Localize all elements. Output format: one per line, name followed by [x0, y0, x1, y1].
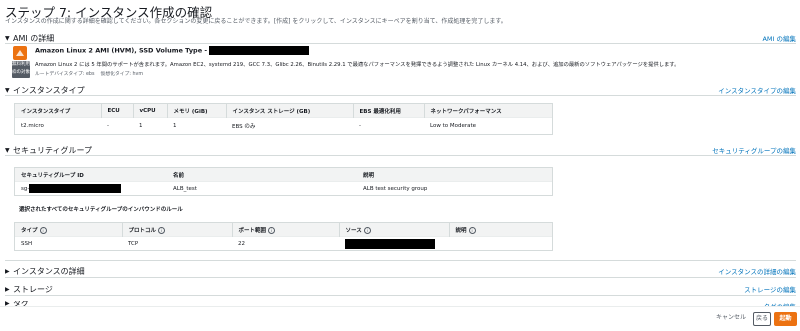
table-row: sg- ALB_test ALB test security group: [15, 181, 552, 195]
info-icon[interactable]: i: [158, 226, 166, 234]
ami-name: Amazon Linux 2 AMI (HVM), SSD Volume Typ…: [35, 46, 208, 55]
edit-instance-type-link[interactable]: インスタンスタイプの編集: [718, 85, 796, 95]
instance-details-section-header[interactable]: ▶ インスタンスの詳細: [5, 266, 85, 277]
ami-description: Amazon Linux 2 には 5 年間のサポートが含まれます。Amazon…: [35, 62, 680, 68]
caret-down-icon: ▼: [5, 147, 10, 154]
divider: [5, 277, 796, 278]
storage-section-label: ストレージ: [13, 285, 53, 294]
caret-right-icon: ▶: [5, 268, 10, 275]
table-cell: 22: [232, 236, 339, 250]
free-tier-badge: 無料利用枠の対象: [12, 61, 30, 78]
caret-down-icon: ▼: [5, 87, 10, 94]
table-cell: 1: [167, 117, 226, 134]
column-header: ECU: [101, 104, 134, 118]
instance-details-section-label: インスタンスの詳細: [13, 267, 85, 276]
table-header-row: インスタンスタイプ ECU vCPU メモリ (GiB) インスタンス ストレー…: [15, 104, 552, 118]
table-cell: SSH: [15, 236, 122, 250]
caret-right-icon: ▶: [5, 286, 10, 293]
footer-bar: [0, 306, 800, 331]
column-header: ネットワークパフォーマンス: [424, 104, 552, 118]
security-group-table: セキュリティグループ ID 名前 説明 sg- ALB_test ALB tes…: [14, 167, 553, 196]
page-subtitle: インスタンスの作成に関する詳細を確認してください。各セクションの変更に戻ることが…: [5, 18, 507, 25]
launch-button[interactable]: 起動: [774, 312, 797, 326]
column-header: インスタンスタイプ: [15, 104, 102, 118]
column-header: 説明 i: [449, 223, 552, 237]
table-cell: -: [101, 117, 133, 134]
table-cell: ALB test security group: [357, 181, 552, 195]
table-cell: TCP: [122, 236, 232, 250]
inbound-rules-caption: 選択されたすべてのセキュリティグループのインバウンドのルール: [19, 207, 183, 213]
divider: [5, 95, 796, 96]
table-header-row: セキュリティグループ ID 名前 説明: [15, 168, 552, 182]
table-cell: [449, 236, 552, 250]
redacted-ami-id: [209, 46, 310, 55]
table-cell: EBS のみ: [226, 117, 353, 134]
storage-section-header[interactable]: ▶ ストレージ: [5, 284, 53, 295]
column-header: タイプ i: [15, 223, 123, 237]
edit-security-group-link[interactable]: セキュリティグループの編集: [712, 145, 796, 155]
table-cell: [339, 236, 449, 250]
column-header: セキュリティグループ ID: [15, 168, 167, 182]
table-cell: 1: [133, 117, 167, 134]
redacted-source: [345, 238, 435, 249]
ami-name-row: Amazon Linux 2 AMI (HVM), SSD Volume Typ…: [35, 46, 310, 55]
table-row: t2.micro - 1 1 EBS のみ - Low to Moderate: [15, 117, 552, 134]
info-icon[interactable]: i: [268, 226, 276, 234]
divider: [5, 43, 796, 44]
redacted-sg-id: [29, 184, 122, 193]
instance-type-table: インスタンスタイプ ECU vCPU メモリ (GiB) インスタンス ストレー…: [14, 103, 553, 135]
edit-instance-details-link[interactable]: インスタンスの詳細の編集: [718, 266, 796, 276]
table-header-row: タイプ i プロトコル i ポート範囲 i ソース i 説明 i: [15, 223, 552, 237]
info-icon[interactable]: i: [363, 226, 371, 234]
table-cell: sg-: [15, 181, 167, 195]
sg-id-prefix: sg-: [21, 186, 30, 192]
edit-ami-link[interactable]: AMI の編集: [762, 33, 796, 43]
column-header: 説明: [357, 168, 552, 182]
table-cell: t2.micro: [15, 117, 101, 134]
cancel-button[interactable]: キャンセル: [713, 312, 749, 324]
column-header: インスタンス ストレージ (GB): [226, 104, 354, 118]
info-icon[interactable]: i: [39, 226, 47, 234]
table-cell: -: [353, 117, 424, 134]
column-header: EBS 最適化利用: [353, 104, 425, 118]
caret-down-icon: ▼: [5, 35, 10, 42]
info-icon[interactable]: i: [468, 226, 476, 234]
table-cell: Low to Moderate: [424, 117, 552, 134]
back-button[interactable]: 戻る: [753, 312, 771, 326]
table-cell: ALB_test: [167, 181, 357, 195]
divider: [5, 295, 796, 296]
divider: [5, 155, 796, 156]
divider: [5, 260, 796, 261]
inbound-rules-table: タイプ i プロトコル i ポート範囲 i ソース i 説明 i SSH TCP 22: [14, 222, 553, 251]
ami-meta: ルートデバイスタイプ: ebs 仮想化タイプ: hvm: [35, 72, 144, 77]
column-header: プロトコル i: [122, 223, 233, 237]
column-header: ポート範囲 i: [232, 223, 340, 237]
ami-icon: [13, 46, 27, 60]
column-header: vCPU: [133, 104, 168, 118]
edit-storage-link[interactable]: ストレージの編集: [744, 284, 796, 294]
column-header: メモリ (GiB): [167, 104, 227, 118]
column-header: 名前: [167, 168, 357, 182]
column-header: ソース i: [339, 223, 450, 237]
table-row: SSH TCP 22: [15, 236, 552, 250]
